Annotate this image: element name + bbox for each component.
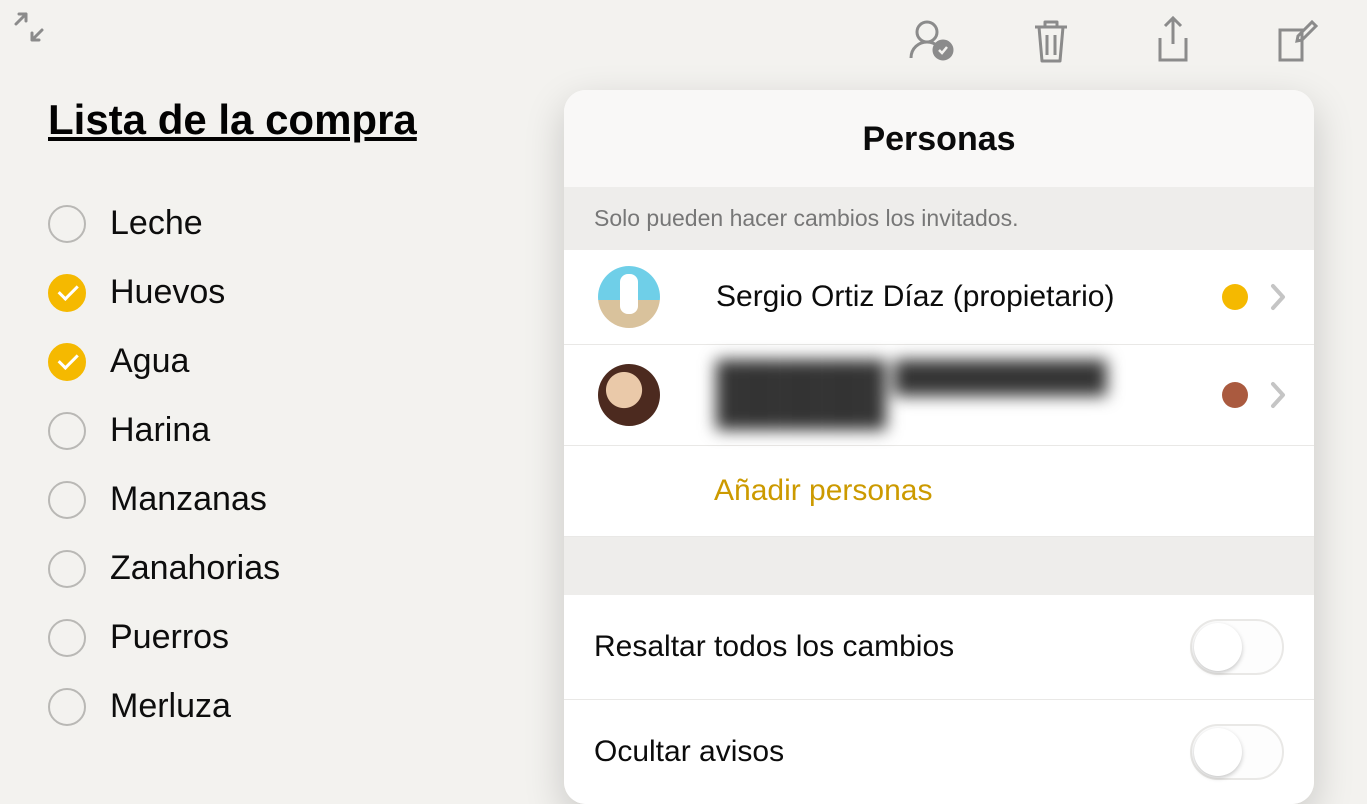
popover-subtitle: Solo pueden hacer cambios los invitados. [564,187,1314,250]
checklist-item[interactable]: Merluza [48,687,512,726]
chevron-right-icon [1270,381,1286,409]
add-people-button[interactable]: Añadir personas [564,446,1314,537]
toolbar [903,14,1321,66]
checklist-checkbox[interactable] [48,274,86,312]
checklist-checkbox[interactable] [48,619,86,657]
delete-button[interactable] [1025,14,1077,66]
checklist-checkbox[interactable] [48,412,86,450]
share-button[interactable] [1147,14,1199,66]
checklist-item[interactable]: Manzanas [48,480,512,519]
section-spacer [564,537,1314,595]
chevron-right-icon [1270,283,1286,311]
avatar [598,266,660,328]
checklist-item[interactable]: Leche [48,204,512,243]
status-dot [1222,382,1248,408]
status-dot [1222,284,1248,310]
person-row[interactable]: Sergio Ortiz Díaz (propietario) [564,250,1314,345]
checklist-checkbox[interactable] [48,688,86,726]
settings-label: Ocultar avisos [594,735,784,769]
toggle-switch[interactable] [1190,724,1284,780]
compose-button[interactable] [1269,14,1321,66]
people-popover: Personas Solo pueden hacer cambios los i… [564,90,1314,804]
person-name: Sergio Ortiz Díaz (propietario) [716,280,1222,314]
settings-list: Resaltar todos los cambios Ocultar avisos [564,595,1314,804]
toggle-switch[interactable] [1190,619,1284,675]
checklist-item-label: Huevos [110,273,225,312]
people-list: Sergio Ortiz Díaz (propietario) ████████ … [564,250,1314,446]
popover-header: Personas [564,90,1314,187]
avatar [598,364,660,426]
checklist-item[interactable]: Agua [48,342,512,381]
checklist: Leche Huevos Agua Harina Manzanas Zanahorias P… [48,204,512,726]
collaborate-button[interactable] [903,14,955,66]
settings-row: Ocultar avisos [564,700,1314,804]
checklist-item-label: Leche [110,204,203,243]
checklist-item-label: Manzanas [110,480,267,519]
checklist-checkbox[interactable] [48,343,86,381]
checklist-item-label: Agua [110,342,189,381]
checklist-item[interactable]: Zanahorias [48,549,512,588]
settings-label: Resaltar todos los cambios [594,630,954,664]
checklist-checkbox[interactable] [48,550,86,588]
checklist-item-label: Harina [110,411,210,450]
checklist-item-label: Merluza [110,687,231,726]
checklist-item-label: Puerros [110,618,229,657]
person-name: ████████ ██████████ ████████ [716,361,1222,429]
popover-title: Personas [564,120,1314,159]
checklist-item[interactable]: Harina [48,411,512,450]
note-content: Lista de la compra Leche Huevos Agua Harina… [0,0,560,753]
settings-row: Resaltar todos los cambios [564,595,1314,700]
note-title: Lista de la compra [48,96,512,144]
person-row[interactable]: ████████ ██████████ ████████ [564,345,1314,446]
checklist-checkbox[interactable] [48,205,86,243]
checklist-checkbox[interactable] [48,481,86,519]
add-people-label: Añadir personas [714,474,932,507]
checklist-item[interactable]: Huevos [48,273,512,312]
checklist-item-label: Zanahorias [110,549,280,588]
checklist-item[interactable]: Puerros [48,618,512,657]
